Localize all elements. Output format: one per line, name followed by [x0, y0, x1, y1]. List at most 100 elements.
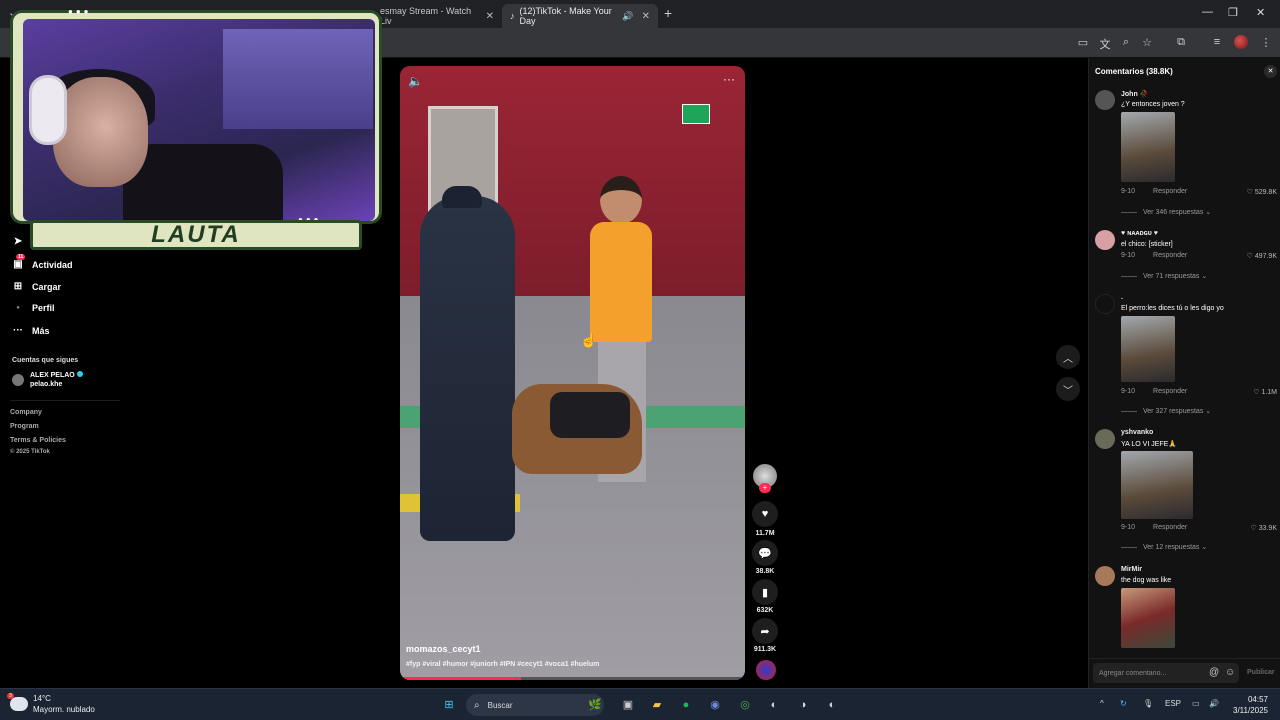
zoom-icon[interactable]: ⌕ — [1119, 36, 1133, 49]
next-video-button[interactable]: ﹀ — [1056, 377, 1080, 401]
video-player[interactable]: 🔈 ··· momazos_cecyt1 #fyp #viral #humor … — [400, 66, 745, 680]
comment-user[interactable]: . — [1121, 294, 1123, 301]
system-clock[interactable]: 04:57 3/11/2025 — [1226, 694, 1268, 716]
chevron-down-icon: ⌄ — [1205, 408, 1212, 415]
share-button[interactable]: ➦ — [752, 618, 778, 644]
video-author[interactable]: momazos_cecyt1 — [406, 644, 481, 654]
comment-image[interactable] — [1121, 588, 1175, 648]
avatar[interactable] — [1095, 90, 1115, 110]
discord-icon[interactable]: ◉ — [706, 696, 724, 714]
comment-user[interactable]: ♥ ɴᴀᴀᴅɢᴜ ♥ — [1121, 230, 1158, 237]
sidebar-item-upload[interactable]: ⊞ Cargar — [12, 281, 61, 292]
microphone-icon[interactable]: 🎙 — [1143, 699, 1153, 708]
reply-button[interactable]: Responder — [1153, 188, 1187, 195]
profile-avatar[interactable] — [1234, 35, 1248, 49]
chevron-down-icon: ﹀ — [1063, 385, 1073, 397]
footer-link-terms[interactable]: Terms & Policies — [10, 437, 66, 444]
close-icon[interactable]: ✕ — [642, 11, 650, 22]
avatar[interactable] — [1095, 429, 1115, 449]
new-tab-icon[interactable]: + — [664, 5, 672, 21]
comment-image[interactable] — [1121, 451, 1193, 519]
language-indicator[interactable]: ESP — [1165, 699, 1181, 708]
comment-image[interactable] — [1121, 112, 1175, 182]
comment-date: 9-10 — [1121, 188, 1136, 195]
like-button[interactable]: ♥ — [752, 501, 778, 527]
webcam-overlay: ●●● ●●● LAUTA — [10, 7, 382, 254]
tab-label: esmay Stream - Watch Liv — [380, 6, 472, 26]
music-disc-icon[interactable] — [756, 660, 776, 680]
footer-link-program[interactable]: Program — [10, 423, 39, 430]
avatar[interactable] — [1095, 230, 1115, 250]
mention-icon[interactable]: @ — [1209, 667, 1219, 678]
reply-button[interactable]: Responder — [1153, 388, 1187, 395]
translate-icon[interactable]: 文 — [1098, 36, 1112, 52]
minimize-icon[interactable]: — — [1202, 6, 1213, 18]
chevron-up-icon[interactable]: ^ — [1100, 699, 1104, 708]
file-explorer-icon[interactable]: ▰ — [648, 696, 666, 714]
reply-button[interactable]: Responder — [1153, 252, 1187, 259]
comment-likes: 1.1M — [1261, 389, 1277, 396]
heart-icon[interactable]: ♡ — [1247, 253, 1253, 260]
sidebar-item-activity[interactable]: ▣ 11 Actividad — [12, 254, 73, 270]
save-button[interactable]: ▮ — [752, 579, 778, 605]
chrome-icon[interactable]: ◎ — [736, 696, 754, 714]
windows-start-icon[interactable]: ⊞ — [440, 696, 458, 714]
spotify-icon[interactable]: ● — [677, 696, 695, 714]
bookmark-star-icon[interactable]: ☆ — [1140, 36, 1154, 49]
volume-icon[interactable]: 🔈 — [408, 74, 423, 88]
steam-icon[interactable]: ◐ — [765, 696, 783, 714]
window-close-icon[interactable]: ✕ — [1256, 6, 1265, 19]
menu-icon[interactable]: ⋮ — [1259, 36, 1273, 49]
tab-tiktok[interactable]: ♪ (12)TikTok - Make Your Day 🔊 ✕ — [502, 4, 658, 28]
sidebar-item-more[interactable]: ··· Más — [12, 325, 50, 336]
like-count: 11.7M — [755, 530, 775, 537]
close-comments-button[interactable]: ✕ — [1264, 65, 1277, 78]
save-count: 632K — [756, 607, 774, 614]
share-arrow-icon: ➦ — [760, 625, 770, 638]
tab-stream[interactable]: esmay Stream - Watch Liv ✕ — [372, 4, 502, 28]
heart-icon[interactable]: ♡ — [1253, 389, 1259, 396]
avatar[interactable] — [1095, 294, 1115, 314]
follow-plus-icon[interactable]: + — [759, 483, 771, 493]
post-button[interactable]: Publicar — [1247, 669, 1275, 676]
more-options-icon[interactable]: ··· — [723, 72, 735, 86]
comments-panel: Comentarios (38.8K) ✕ John 🥀 ¿Y entonces… — [1088, 58, 1280, 688]
media-control-icon[interactable]: ≡ — [1210, 36, 1224, 48]
sidebar-item-profile[interactable]: ● Perfil — [12, 303, 54, 313]
chevron-down-icon: ⌄ — [1205, 209, 1212, 216]
avatar[interactable] — [1095, 566, 1115, 586]
task-view-icon[interactable]: ▣ — [619, 696, 637, 714]
volume-icon[interactable]: 🔊 — [1209, 699, 1219, 708]
weather-widget[interactable]: 3 14°C Mayorm. nublado — [7, 693, 95, 715]
view-replies-button[interactable]: Ver 327 respuestas — [1143, 408, 1203, 415]
widget-icon[interactable]: 🌿 — [586, 696, 604, 714]
comment-user[interactable]: MirMir — [1121, 566, 1142, 573]
video-hashtags[interactable]: #fyp #viral #humor #juniorh #IPN #cecyt1… — [406, 661, 599, 668]
heart-icon[interactable]: ♡ — [1250, 525, 1256, 532]
close-icon[interactable]: ✕ — [486, 11, 494, 22]
network-icon[interactable]: ▭ — [1192, 699, 1200, 708]
comment-count: 38.8K — [755, 568, 775, 575]
comment-button[interactable]: 💬 — [752, 540, 778, 566]
cast-icon[interactable]: ▭ — [1076, 36, 1090, 49]
previous-video-button[interactable]: ︿ — [1056, 345, 1080, 369]
comment-item: yshvanko YA LO VI JEFE🙏 9-10 Responder ♡ … — [1095, 429, 1279, 559]
heart-icon[interactable]: ♡ — [1247, 189, 1253, 196]
view-replies-button[interactable]: Ver 71 respuestas — [1143, 273, 1199, 280]
extensions-icon[interactable]: ⧉ — [1174, 36, 1188, 49]
steam-icon[interactable]: ◐ — [823, 696, 841, 714]
following-account[interactable]: ALEX PELAO pelao.khe — [12, 371, 83, 389]
comment-user[interactable]: John 🥀 — [1121, 90, 1148, 98]
footer-link-company[interactable]: Company — [10, 409, 42, 416]
sync-icon[interactable]: ↻ — [1120, 699, 1127, 708]
maximize-icon[interactable]: ❐ — [1228, 6, 1238, 19]
view-replies-button[interactable]: Ver 12 respuestas — [1143, 544, 1199, 551]
view-replies-button[interactable]: Ver 346 respuestas — [1143, 209, 1203, 216]
obs-icon[interactable]: ◑ — [794, 696, 812, 714]
taskbar-search[interactable]: ⌕ Buscar — [466, 694, 604, 716]
comment-user[interactable]: yshvanko — [1121, 429, 1153, 436]
speaker-icon[interactable]: 🔊 — [622, 11, 633, 22]
reply-button[interactable]: Responder — [1153, 524, 1187, 531]
comment-image[interactable] — [1121, 316, 1175, 382]
emoji-icon[interactable]: ☺ — [1225, 667, 1235, 678]
